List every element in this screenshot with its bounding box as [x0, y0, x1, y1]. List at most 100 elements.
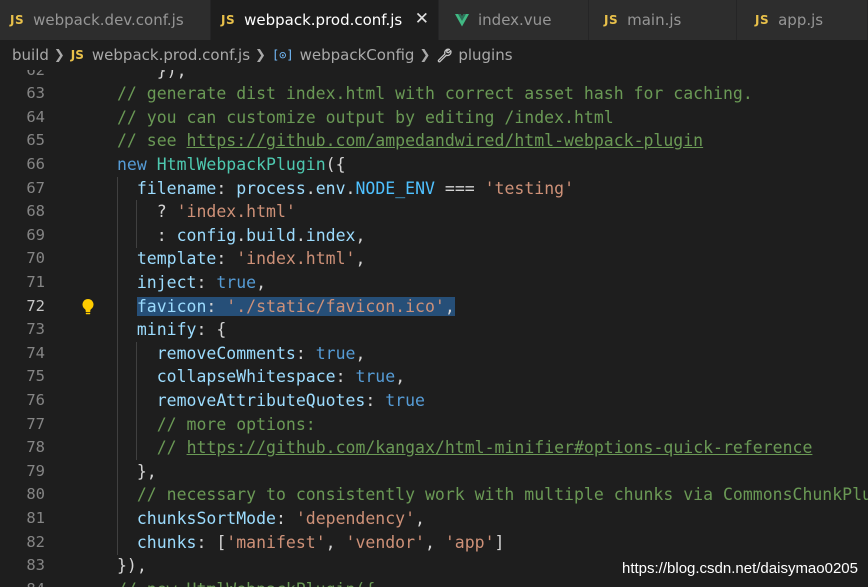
code-token: // more options:: [156, 414, 316, 434]
code-token: :: [216, 178, 237, 198]
breadcrumb-object[interactable]: [⊙] webpackConfig: [272, 46, 414, 64]
code-token: ,: [325, 532, 346, 552]
code-editor[interactable]: 62 }), 63 // generate dist index.html with…: [0, 70, 868, 587]
code-text: // more options:: [117, 413, 316, 437]
code-line[interactable]: 81 chunksSortMode: 'dependency',: [0, 506, 868, 531]
code-token: ,: [425, 532, 445, 552]
tab-app-js[interactable]: JS app.js: [737, 0, 868, 40]
code-token: .: [236, 225, 247, 245]
code-line[interactable]: 67 filename: process.env.NODE_ENV === 't…: [0, 176, 868, 201]
code-token: : [: [196, 532, 227, 552]
code-token: new: [117, 154, 147, 174]
tab-main-js[interactable]: JS main.js: [589, 0, 737, 40]
code-line[interactable]: 82 chunks: ['manifest', 'vendor', 'app']: [0, 530, 868, 555]
code-token: removeAttributeQuotes: [156, 390, 366, 410]
code-token: index: [305, 225, 356, 245]
line-number: 68: [26, 202, 45, 221]
line-number: 79: [26, 461, 45, 480]
code-text: removeAttributeQuotes: true: [117, 389, 425, 413]
code-text: // https://github.com/kangax/html-minifi…: [117, 436, 813, 460]
code-text: : config.build.index,: [117, 224, 366, 248]
code-token: :: [117, 225, 177, 245]
code-line[interactable]: 84 // new HtmlWebpackPlugin({: [0, 578, 868, 587]
code-token: :: [335, 367, 356, 387]
tab-webpack-prod-conf[interactable]: JS webpack.prod.conf.js ✕: [211, 0, 439, 40]
code-line[interactable]: 74 removeComments: true,: [0, 341, 868, 366]
code-line[interactable]: 69 : config.build.index,: [0, 223, 868, 248]
code-text: // necessary to consistently work with m…: [117, 483, 868, 507]
lightbulb-icon[interactable]: [80, 298, 96, 316]
breadcrumb-folder[interactable]: build: [12, 46, 49, 64]
tab-label: webpack.prod.conf.js: [244, 11, 403, 29]
line-number: 70: [26, 249, 45, 268]
tab-label: app.js: [778, 11, 824, 29]
code-token: },: [117, 461, 157, 481]
code-token: build: [246, 225, 296, 245]
code-token: env: [315, 178, 346, 198]
code-text: }),: [117, 70, 187, 82]
code-line[interactable]: 71 inject: true,: [0, 270, 868, 295]
code-token: collapseWhitespace: [156, 367, 336, 387]
code-text: inject: true,: [117, 271, 266, 295]
line-number: 77: [26, 414, 45, 433]
line-number: 76: [26, 390, 45, 409]
code-token: // generate dist index.html with correct…: [117, 84, 753, 104]
code-text: collapseWhitespace: true,: [117, 365, 405, 389]
tab-index-vue[interactable]: index.vue: [439, 0, 589, 40]
code-token: ,: [355, 249, 366, 269]
code-token: .: [345, 178, 356, 198]
tab-bar: JS webpack.dev.conf.js JS webpack.prod.c…: [0, 0, 868, 40]
code-line[interactable]: 65 // see https://github.com/ampedandwire…: [0, 129, 868, 153]
close-icon[interactable]: ✕: [415, 9, 429, 29]
code-line[interactable]: 77 // more options:: [0, 412, 868, 437]
code-text: minify: {: [117, 318, 226, 342]
code-token: 'dependency': [295, 508, 416, 528]
code-token: // necessary to consistently work with m…: [136, 485, 868, 505]
code-token: : {: [196, 320, 227, 340]
code-line[interactable]: 79 },: [0, 459, 868, 484]
code-line[interactable]: 72 favicon: './static/favicon.ico',: [0, 294, 868, 319]
code-line[interactable]: 62 }),: [0, 70, 868, 82]
tab-label: webpack.dev.conf.js: [33, 11, 184, 29]
breadcrumb-property[interactable]: plugins: [436, 46, 513, 64]
line-number: 66: [26, 154, 45, 173]
code-token: .: [305, 178, 316, 198]
code-token: :: [216, 249, 237, 269]
tab-webpack-dev-conf[interactable]: JS webpack.dev.conf.js: [0, 0, 211, 40]
code-line[interactable]: 75 collapseWhitespace: true,: [0, 365, 868, 390]
line-number: 75: [26, 367, 45, 386]
code-token: :: [295, 343, 316, 363]
code-line[interactable]: 66 new HtmlWebpackPlugin({: [0, 153, 868, 177]
code-token: 'manifest': [226, 532, 326, 552]
code-line[interactable]: 64 // you can customize output by editing…: [0, 106, 868, 130]
breadcrumb-file[interactable]: JS webpack.prod.conf.js: [71, 46, 250, 64]
line-number: 78: [26, 438, 45, 457]
code-line[interactable]: 78 // https://github.com/kangax/html-min…: [0, 436, 868, 461]
code-token[interactable]: https://github.com/ampedandwired/html-we…: [187, 131, 704, 150]
code-line[interactable]: 68 ? 'index.html': [0, 200, 868, 225]
code-token: 'index.html': [176, 202, 296, 222]
code-token: ?: [117, 202, 177, 222]
wrench-icon: [438, 48, 452, 63]
watermark: https://blog.csdn.net/daisymao0205: [622, 560, 858, 577]
code-line[interactable]: 80 // necessary to consistently work wit…: [0, 483, 868, 508]
js-file-icon: JS: [221, 13, 236, 27]
code-token: // see: [117, 131, 187, 151]
code-line[interactable]: 63 // generate dist index.html with corre…: [0, 82, 868, 106]
js-file-icon: JS: [10, 13, 25, 27]
code-token: ({: [325, 154, 346, 174]
line-number: 82: [26, 532, 45, 551]
code-line[interactable]: 70 template: 'index.html',: [0, 247, 868, 272]
code-line[interactable]: 73 minify: {: [0, 318, 868, 343]
vue-icon: [455, 13, 469, 26]
code-token[interactable]: https://github.com/kangax/html-minifier#…: [187, 438, 813, 457]
code-text: // see https://github.com/ampedandwired/…: [117, 129, 703, 153]
code-token: :: [196, 272, 217, 292]
code-token: chunks: [136, 532, 197, 552]
code-line[interactable]: 76 removeAttributeQuotes: true: [0, 388, 868, 413]
